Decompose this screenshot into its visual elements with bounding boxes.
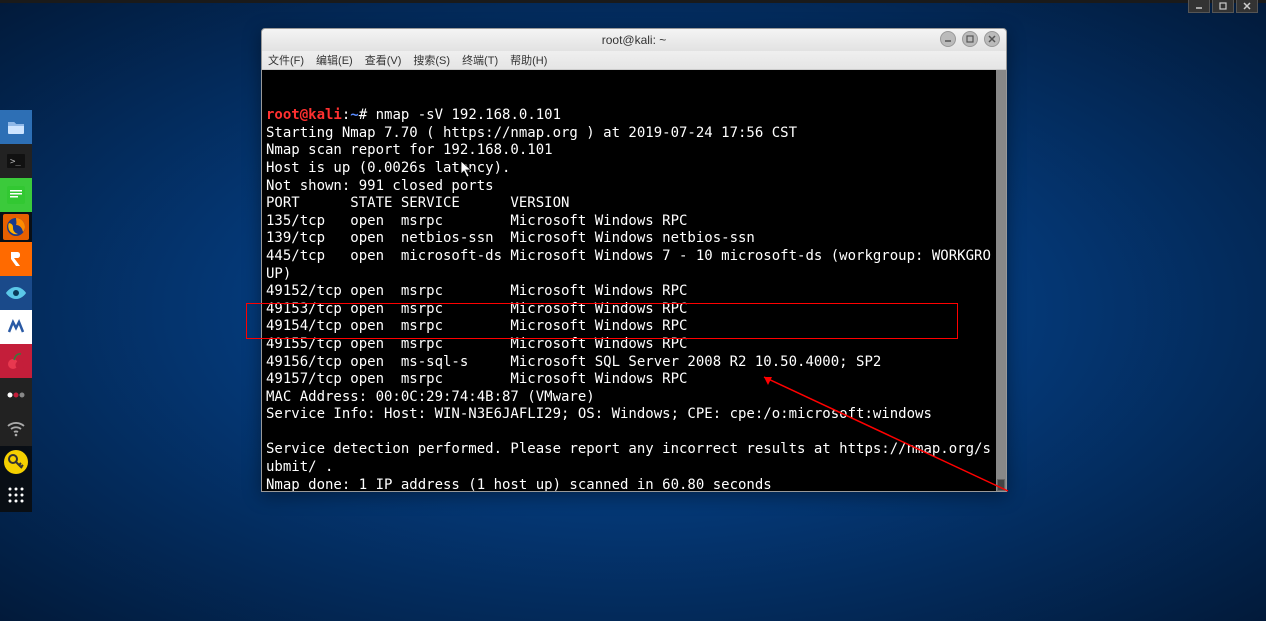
menu-file[interactable]: 文件(F) <box>268 52 304 68</box>
text-editor-icon[interactable] <box>0 178 32 212</box>
output-line: 49152/tcp open msrpc Microsoft Windows R… <box>266 283 687 299</box>
window-titlebar[interactable]: root@kali: ~ <box>262 29 1006 51</box>
wireless-icon[interactable] <box>0 412 32 446</box>
window-close-button[interactable] <box>984 31 1000 47</box>
prompt-path: ~ <box>350 107 358 123</box>
output-line: Service detection performed. Please repo… <box>266 441 991 475</box>
output-line: 445/tcp open microsoft-ds Microsoft Wind… <box>266 248 991 282</box>
output-line: Nmap done: 1 IP address (1 host up) scan… <box>266 477 772 491</box>
output-line: 139/tcp open netbios-ssn Microsoft Windo… <box>266 230 755 246</box>
output-line: 49153/tcp open msrpc Microsoft Windows R… <box>266 301 687 317</box>
output-line: 135/tcp open msrpc Microsoft Windows RPC <box>266 213 687 229</box>
vm-maximize-icon[interactable] <box>1212 0 1234 13</box>
vm-top-controls <box>1188 0 1258 13</box>
burpsuite-icon[interactable] <box>0 242 32 276</box>
terminal-icon[interactable]: >_ <box>0 144 32 178</box>
menu-edit[interactable]: 编辑(E) <box>316 52 353 68</box>
menu-terminal[interactable]: 终端(T) <box>462 52 498 68</box>
output-line: MAC Address: 00:0C:29:74:4B:87 (VMware) <box>266 389 595 405</box>
terminal-content[interactable]: root@kali:~# nmap -sV 192.168.0.101 Star… <box>262 70 1006 491</box>
vm-minimize-icon[interactable] <box>1188 0 1210 13</box>
output-line: Not shown: 991 closed ports <box>266 178 494 194</box>
menu-view[interactable]: 查看(V) <box>365 52 402 68</box>
window-maximize-button[interactable] <box>962 31 978 47</box>
output-line <box>266 424 274 440</box>
output-line: 49154/tcp open msrpc Microsoft Windows R… <box>266 318 687 334</box>
vm-close-icon[interactable] <box>1236 0 1258 13</box>
prompt-end: # <box>359 107 367 123</box>
terminal-menubar: 文件(F) 编辑(E) 查看(V) 搜索(S) 终端(T) 帮助(H) <box>262 51 1006 70</box>
scrollbar-thumb[interactable] <box>997 479 1005 491</box>
maltego-icon[interactable] <box>0 310 32 344</box>
output-line: 49157/tcp open msrpc Microsoft Windows R… <box>266 371 687 387</box>
output-line: 49155/tcp open msrpc Microsoft Windows R… <box>266 336 687 352</box>
output-line: Service Info: Host: WIN-N3E6JAFLI29; OS:… <box>266 406 932 422</box>
output-line: PORT STATE SERVICE VERSION <box>266 195 569 211</box>
prompt-user: root@kali <box>266 107 342 123</box>
cmd-nmap: nmap -sV 192.168.0.101 <box>367 107 561 123</box>
recon-eye-icon[interactable] <box>0 276 32 310</box>
output-line: Host is up (0.0026s latency). <box>266 160 510 176</box>
generic-app-icon[interactable] <box>0 378 32 412</box>
firefox-icon[interactable] <box>3 214 29 240</box>
terminal-scrollbar[interactable] <box>996 70 1006 491</box>
menu-help[interactable]: 帮助(H) <box>510 52 547 68</box>
output-line: 49156/tcp open ms-sql-s Microsoft SQL Se… <box>266 354 881 370</box>
svg-text:>_: >_ <box>10 157 21 167</box>
output-line: Starting Nmap 7.70 ( https://nmap.org ) … <box>266 125 797 141</box>
output-line: Nmap scan report for 192.168.0.101 <box>266 142 553 158</box>
passwords-icon[interactable] <box>4 450 28 474</box>
window-minimize-button[interactable] <box>940 31 956 47</box>
all-apps-icon[interactable] <box>0 478 32 512</box>
favorites-dock: >_ <box>0 110 32 512</box>
window-title: root@kali: ~ <box>602 33 667 47</box>
menu-search[interactable]: 搜索(S) <box>413 52 450 68</box>
files-icon[interactable] <box>0 110 32 144</box>
desktop-top-panel <box>0 0 1266 3</box>
terminal-window: root@kali: ~ 文件(F) 编辑(E) 查看(V) 搜索(S) 终端(… <box>261 28 1007 492</box>
cherrytree-icon[interactable] <box>0 344 32 378</box>
